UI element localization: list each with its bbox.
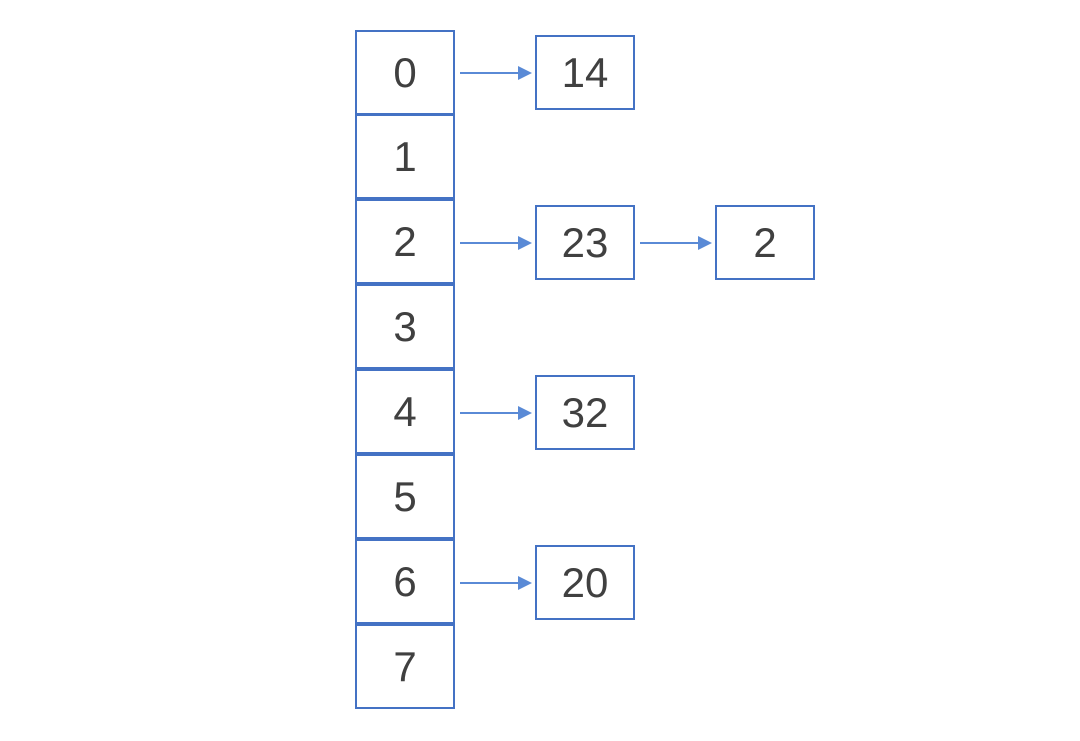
table-row: 5 <box>355 455 815 540</box>
index-cell: 1 <box>355 114 455 199</box>
index-cell: 7 <box>355 624 455 709</box>
table-row: 0 14 <box>355 30 815 115</box>
index-cell: 4 <box>355 369 455 454</box>
index-cell: 0 <box>355 30 455 115</box>
arrow-icon <box>640 242 710 244</box>
value-cell: 23 <box>535 205 635 280</box>
table-row: 3 <box>355 285 815 370</box>
value-cell: 14 <box>535 35 635 110</box>
table-row: 1 <box>355 115 815 200</box>
value-cell: 20 <box>535 545 635 620</box>
value-cell: 2 <box>715 205 815 280</box>
value-cell: 32 <box>535 375 635 450</box>
arrow-icon <box>460 72 530 74</box>
table-row: 7 <box>355 625 815 710</box>
table-row: 6 20 <box>355 540 815 625</box>
hash-table-diagram: 0 14 1 2 23 2 3 4 32 5 6 <box>355 30 815 710</box>
index-cell: 5 <box>355 454 455 539</box>
arrow-icon <box>460 582 530 584</box>
index-cell: 2 <box>355 199 455 284</box>
table-row: 2 23 2 <box>355 200 815 285</box>
arrow-icon <box>460 412 530 414</box>
table-row: 4 32 <box>355 370 815 455</box>
arrow-icon <box>460 242 530 244</box>
index-cell: 3 <box>355 284 455 369</box>
index-cell: 6 <box>355 539 455 624</box>
